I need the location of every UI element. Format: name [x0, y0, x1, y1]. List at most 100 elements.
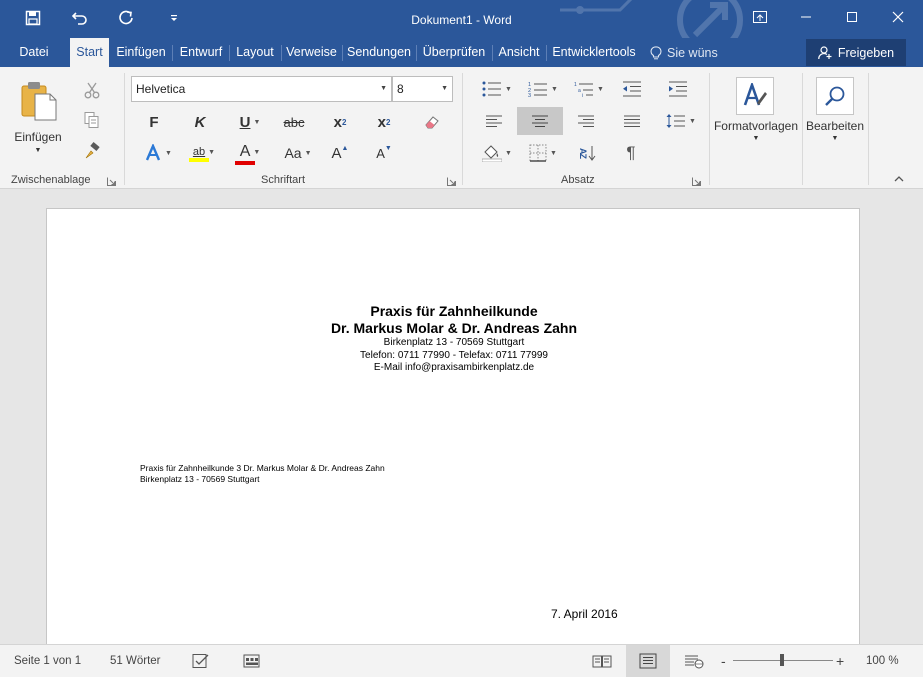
- italic-button[interactable]: K: [186, 110, 214, 134]
- multilevel-dropdown-icon[interactable]: ▼: [597, 86, 604, 93]
- borders-button[interactable]: ▼: [524, 140, 562, 166]
- print-layout-icon[interactable]: [626, 645, 670, 677]
- editing-label[interactable]: Bearbeiten: [802, 119, 868, 133]
- share-person-icon: [818, 45, 832, 59]
- bold-button[interactable]: F: [140, 110, 168, 134]
- tab-ueberpruefen[interactable]: Überprüfen: [420, 38, 488, 67]
- eraser-icon: [425, 116, 439, 129]
- multilevel-list-icon: 1ai: [574, 82, 594, 97]
- decrease-indent-button[interactable]: [618, 77, 646, 101]
- editing-button[interactable]: [816, 77, 854, 115]
- document-page[interactable]: Praxis für Zahnheilkunde Dr. Markus Mola…: [46, 208, 860, 648]
- tab-verweise[interactable]: Verweise: [285, 38, 338, 67]
- font-color-dropdown-icon[interactable]: ▼: [253, 149, 260, 156]
- multilevel-list-button[interactable]: 1 a i ▼: [570, 77, 608, 101]
- align-right-button[interactable]: [570, 108, 602, 134]
- copy-icon[interactable]: [80, 109, 104, 131]
- read-mode-icon[interactable]: [580, 645, 624, 677]
- ribbon-display-options-icon[interactable]: [737, 0, 783, 34]
- subscript-button[interactable]: x2: [326, 110, 354, 134]
- web-layout-icon[interactable]: [672, 645, 716, 677]
- superscript-button[interactable]: x2: [370, 110, 398, 134]
- paste-label[interactable]: Einfügen: [6, 130, 70, 144]
- zoom-in-button[interactable]: +: [836, 645, 844, 677]
- bullets-dropdown-icon[interactable]: ▼: [505, 86, 512, 93]
- paste-dropdown-icon[interactable]: ▼: [32, 147, 44, 154]
- font-size-select[interactable]: 8 ▼: [392, 76, 453, 102]
- paragraph-dialog-launcher-icon[interactable]: [692, 177, 701, 186]
- change-case-dropdown-icon[interactable]: ▼: [305, 150, 312, 157]
- highlight-button[interactable]: ab ▼: [184, 141, 224, 167]
- svg-text:i: i: [582, 93, 583, 97]
- sort-button[interactable]: AZ: [572, 140, 602, 166]
- grow-font-button[interactable]: A ▲: [326, 141, 354, 165]
- underline-button[interactable]: U ▼: [230, 110, 270, 134]
- font-color-button[interactable]: A ▼: [230, 141, 270, 167]
- show-formatting-button[interactable]: ¶: [616, 140, 646, 166]
- font-dialog-launcher-icon[interactable]: [447, 177, 456, 186]
- close-button[interactable]: [875, 0, 921, 34]
- macro-recording-icon[interactable]: [230, 645, 274, 677]
- tab-entwicklertools[interactable]: Entwicklertools: [550, 38, 638, 67]
- tab-start[interactable]: Start: [70, 38, 109, 67]
- change-case-button[interactable]: Aa ▼: [280, 141, 316, 165]
- paste-button[interactable]: [14, 75, 64, 127]
- sender-line-2: Birkenplatz 13 - 70569 Stuttgart: [140, 474, 260, 484]
- numbering-dropdown-icon[interactable]: ▼: [551, 86, 558, 93]
- maximize-button[interactable]: [829, 0, 875, 34]
- underline-icon: U: [239, 113, 251, 131]
- superscript-mark: 2: [385, 117, 391, 127]
- highlight-dropdown-icon[interactable]: ▼: [208, 149, 215, 156]
- styles-label[interactable]: Formatvorlagen: [711, 119, 801, 133]
- increase-indent-button[interactable]: [664, 77, 692, 101]
- cut-icon[interactable]: [80, 79, 104, 101]
- text-effects-button[interactable]: ▼: [140, 141, 176, 165]
- font-name-select[interactable]: Helvetica ▼: [131, 76, 392, 102]
- borders-dropdown-icon[interactable]: ▼: [550, 150, 557, 157]
- tab-datei[interactable]: Datei: [10, 38, 58, 67]
- tab-entwurf[interactable]: Entwurf: [176, 38, 226, 67]
- bullets-button[interactable]: ▼: [478, 77, 516, 101]
- clear-formatting-button[interactable]: [418, 110, 446, 134]
- styles-icon: [743, 83, 767, 106]
- numbering-button[interactable]: 1 2 3 ▼: [524, 77, 562, 101]
- tab-sendungen[interactable]: Sendungen: [346, 38, 412, 67]
- subscript-icon: x: [333, 113, 342, 131]
- proofing-icon[interactable]: [179, 645, 223, 677]
- underline-dropdown-icon[interactable]: ▼: [253, 119, 260, 126]
- zoom-slider-thumb[interactable]: [780, 654, 784, 666]
- document-area: Praxis für Zahnheilkunde Dr. Markus Mola…: [0, 189, 923, 648]
- tab-einfuegen[interactable]: Einfügen: [114, 38, 168, 67]
- word-count[interactable]: 51 Wörter: [110, 645, 161, 677]
- tab-ansicht[interactable]: Ansicht: [496, 38, 542, 67]
- font-name-dropdown-icon: ▼: [380, 85, 387, 92]
- line-spacing-dropdown-icon[interactable]: ▼: [689, 118, 696, 125]
- line-spacing-button[interactable]: ▼: [664, 108, 698, 134]
- format-painter-icon[interactable]: [80, 140, 104, 162]
- justify-button[interactable]: [616, 108, 648, 134]
- styles-gallery-button[interactable]: [736, 77, 774, 115]
- shading-dropdown-icon[interactable]: ▼: [505, 150, 512, 157]
- tell-me-search[interactable]: Sie wüns: [650, 38, 718, 67]
- zoom-out-button[interactable]: -: [721, 645, 726, 677]
- shading-button[interactable]: ▼: [478, 140, 516, 166]
- tell-me-placeholder: Sie wüns: [667, 45, 718, 60]
- shrink-font-button[interactable]: A ▼: [370, 141, 398, 165]
- tab-layout[interactable]: Layout: [233, 38, 277, 67]
- share-button[interactable]: Freigeben: [806, 39, 906, 66]
- zoom-level[interactable]: 100 %: [866, 645, 899, 677]
- clipboard-dialog-launcher-icon[interactable]: [107, 177, 116, 186]
- align-center-button[interactable]: [517, 107, 563, 135]
- letterhead-phone: Telefon: 0711 77990 - Telefax: 0711 7799…: [360, 350, 548, 361]
- styles-dropdown-icon[interactable]: ▼: [750, 135, 762, 142]
- text-effects-dropdown-icon[interactable]: ▼: [165, 150, 172, 157]
- strikethrough-button[interactable]: abc: [278, 110, 310, 134]
- paragraph-group-label: Absatz: [561, 174, 595, 186]
- justify-icon: [624, 115, 640, 127]
- collapse-ribbon-icon[interactable]: [890, 171, 908, 187]
- minimize-button[interactable]: [783, 0, 829, 34]
- editing-dropdown-icon[interactable]: ▼: [829, 135, 841, 142]
- align-left-button[interactable]: [478, 108, 510, 134]
- page-count[interactable]: Seite 1 von 1: [14, 645, 81, 677]
- ribbon: Einfügen ▼ Zwischenablage Helvetica ▼ 8 …: [0, 67, 923, 189]
